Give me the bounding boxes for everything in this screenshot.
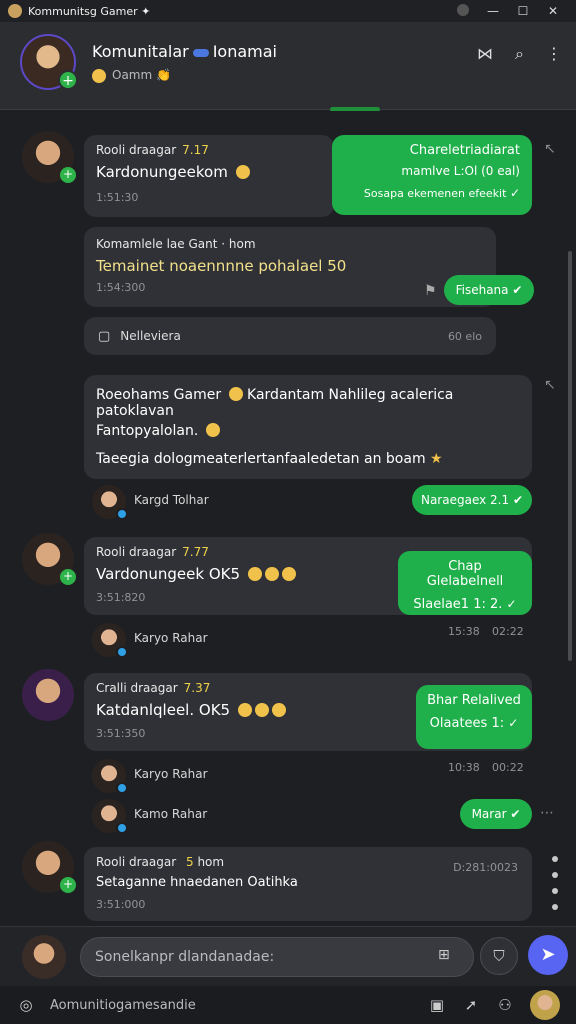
minimize-button[interactable]: — <box>478 4 508 18</box>
file-name: Nelleviera <box>120 329 181 343</box>
window-title: Kommunitsg Gamer ✦ <box>28 4 151 18</box>
add-icon: + <box>60 167 76 183</box>
chat-title: Komunitalar Ionamai <box>92 42 277 61</box>
chat-subtitle: Oamm 👏 <box>92 68 171 83</box>
chat-header: + Komunitalar Ionamai Oamm 👏 ⋈ ⌕ ⋮ <box>0 22 576 112</box>
message-text: Setaganne hnaedanen Oatihka <box>96 875 298 890</box>
participant-avatar[interactable] <box>92 799 128 834</box>
participant-avatar[interactable] <box>92 623 128 658</box>
share-icon[interactable]: ⋈ <box>477 44 493 64</box>
clap-emoji-icon: 👏 <box>156 68 171 82</box>
flag-icon[interactable]: ⚑ <box>424 283 437 299</box>
status-pill[interactable]: Naraegaex 2.1 ✔ <box>412 485 532 515</box>
user-icon[interactable]: ⚇ <box>488 996 522 1014</box>
message-time: 1:51:30 <box>96 191 139 204</box>
message-text: Temainet noaennnne pohalael 50 <box>96 257 347 275</box>
participant-time: 00:22 <box>492 761 524 774</box>
send-button[interactable]: ➤ <box>528 935 568 975</box>
participant-time: 02:22 <box>492 625 524 638</box>
composer: Sonelkanpr dlandanadae: ⊞ ⛉ ➤ <box>0 926 576 986</box>
bottom-bar: ◎ Aomunitiogamesandie ▣ ➚ ⚇ <box>0 986 576 1024</box>
sender-avatar[interactable]: + <box>22 841 76 893</box>
record-icon[interactable] <box>448 3 478 19</box>
bottom-label: Aomunitiogamesandie <box>50 997 196 1013</box>
reply-bubble[interactable]: Chap Glelabelnell Slaelae1 1: 2. ✓ <box>398 551 532 615</box>
reaction-icon[interactable]: ↖ <box>544 141 556 157</box>
participant-name: Kargd Tolhar <box>134 493 209 507</box>
reply-line: Bhar Relalived <box>427 693 521 708</box>
participant-time: 10:38 <box>448 761 480 774</box>
self-avatar[interactable] <box>22 935 66 979</box>
file-time: 60 elo <box>447 329 482 343</box>
add-member-icon[interactable]: + <box>58 70 78 90</box>
check-icon: ✓ <box>509 186 520 200</box>
participant-time: 15:38 <box>448 625 480 638</box>
app-avatar-icon <box>8 4 22 18</box>
message-text: Roeohams Gamer Kardantam Nahlileg acaler… <box>96 387 454 419</box>
sender-avatar[interactable] <box>22 669 74 721</box>
reply-bubble[interactable]: Bhar Relalived Olaatees 1: ✓ <box>416 685 532 749</box>
attachment-icon[interactable]: ⊞ <box>438 947 450 963</box>
message-time: 3:51:000 <box>96 898 146 911</box>
status-pill[interactable]: Marar ✔ <box>460 799 532 829</box>
sender-avatar[interactable]: + <box>22 131 76 183</box>
sender-avatar[interactable]: + <box>22 533 76 585</box>
close-button[interactable]: ✕ <box>538 4 568 18</box>
message-text: Kardonungeekom <box>96 163 322 181</box>
profile-avatar[interactable] <box>530 990 560 1020</box>
reply-bubble[interactable]: Chareletriadiarat mamlve L:Ol (0 eal) So… <box>332 135 532 215</box>
reply-line: Chap Glelabelnell <box>426 559 504 589</box>
smile-emoji-icon <box>92 68 106 83</box>
file-attachment[interactable]: ▢ Nelleviera 60 elo <box>84 317 496 355</box>
reply-line: Olaatees 1: ✓ <box>429 716 519 731</box>
participant-name: Karyo Rahar <box>134 631 208 645</box>
check-icon: ✔ <box>512 283 523 297</box>
message-bubble[interactable]: Roeohams Gamer Kardantam Nahlileg acaler… <box>84 375 532 479</box>
scrollbar[interactable] <box>568 251 572 661</box>
reply-line: Chareletriadiarat <box>409 143 520 158</box>
message-text: Fantopyalolan. <box>96 423 520 439</box>
maximize-button[interactable]: ☐ <box>508 4 538 18</box>
search-icon[interactable]: ⌕ <box>515 44 524 64</box>
participant-name: Karyo Rahar <box>134 767 208 781</box>
reply-line: Slaelae1 1: 2. ✓ <box>413 597 517 612</box>
message-bubble[interactable]: Rooli draagar 7.17 Kardonungeekom 1:51:30 <box>84 135 334 217</box>
message-input[interactable]: Sonelkanpr dlandanadae: <box>80 937 474 977</box>
reply-line: Sosapa ekemenen efeekit ✓ <box>363 186 520 200</box>
participant-name: Kamo Rahar <box>134 807 208 821</box>
message-list[interactable]: + Rooli draagar 7.17 Kardonungeekom 1:51:… <box>0 111 576 926</box>
message-text: Taeegia dologmeaterlertanfaaledetan an b… <box>96 451 443 467</box>
rocket-icon[interactable]: ➚ <box>454 996 488 1014</box>
header-actions: ⋈ ⌕ ⋮ <box>477 44 562 64</box>
scroll-dots <box>552 856 558 920</box>
link-icon <box>192 48 209 57</box>
more-vertical-icon[interactable]: ⋮ <box>546 44 562 64</box>
message-sender: Komamlele lae Gant · hom <box>96 237 256 251</box>
reply-line: mamlve L:Ol (0 eal) <box>401 164 520 178</box>
message-sender: Rooli draagar 7.17 <box>96 143 209 157</box>
participant-avatar[interactable] <box>92 485 128 520</box>
shield-icon[interactable]: ⛉ <box>480 937 518 975</box>
message-bubble[interactable]: Rooli draagar 5 hom Setaganne hnaedanen … <box>84 847 532 921</box>
title-bar: Kommunitsg Gamer ✦ — ☐ ✕ <box>0 0 576 22</box>
reaction-icon[interactable]: ↖ <box>544 377 556 393</box>
more-horizontal-icon[interactable]: ⋯ <box>540 805 554 821</box>
window-icon[interactable]: ▣ <box>420 996 454 1014</box>
participant-avatar[interactable] <box>92 759 128 794</box>
message-right-time: D:281:0023 <box>453 861 518 874</box>
reply-pill[interactable]: Fisehana ✔ <box>444 275 534 305</box>
file-icon: ▢ <box>98 328 111 344</box>
group-avatar[interactable]: + <box>20 34 78 90</box>
instagram-icon[interactable]: ◎ <box>16 996 36 1014</box>
